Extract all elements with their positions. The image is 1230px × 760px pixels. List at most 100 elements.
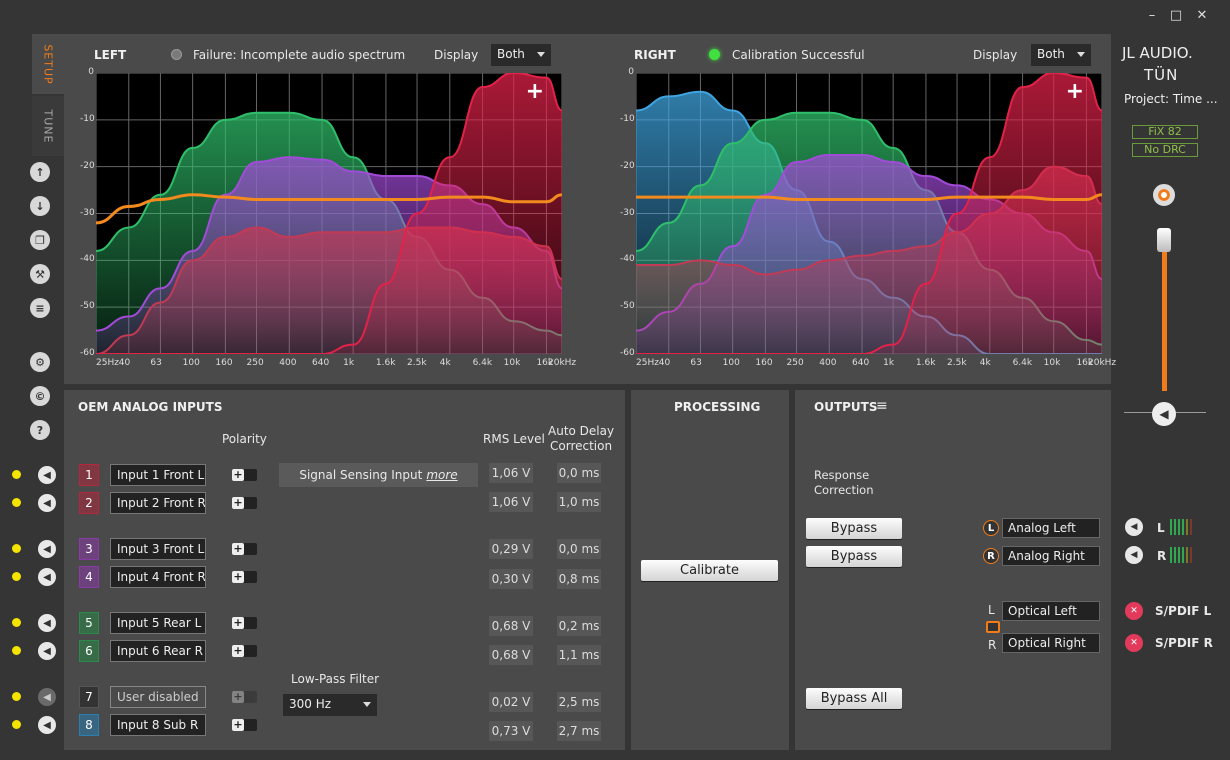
analog-right-badge: R — [983, 548, 999, 564]
input-6-polarity-toggle[interactable] — [232, 645, 257, 657]
bypass-right-button[interactable]: Bypass — [806, 546, 902, 567]
help-icon[interactable]: ? — [30, 420, 50, 440]
input-8-speaker-icon[interactable]: ◀ — [38, 716, 56, 734]
right-spectrum-svg — [635, 71, 1103, 355]
wrench-icon[interactable]: ⚒ — [30, 264, 50, 284]
input-5-polarity-toggle[interactable] — [232, 617, 257, 629]
left-spectrum-chart[interactable]: + — [95, 71, 563, 355]
optical-left-field[interactable]: Optical Left — [1002, 601, 1100, 621]
signal-sensing-button[interactable]: Signal Sensing Input more — [279, 463, 478, 487]
input-2-speaker-icon[interactable]: ◀ — [38, 494, 56, 512]
input-6-name[interactable]: Input 6 Rear R — [110, 640, 206, 662]
input-5-speaker-icon[interactable]: ◀ — [38, 614, 56, 632]
rms-header: RMS Level — [483, 432, 545, 446]
input-5-name[interactable]: Input 5 Rear L — [110, 612, 206, 634]
input-1-speaker-icon[interactable]: ◀ — [38, 466, 56, 484]
close-button[interactable]: ✕ — [1192, 8, 1212, 23]
right-zoom-plus-icon[interactable]: + — [1066, 79, 1084, 104]
x-tick: 10k — [1043, 358, 1061, 368]
master-volume-track[interactable] — [1162, 246, 1167, 391]
input-5-delay: 0,2 ms — [557, 616, 601, 636]
input-3-polarity-toggle[interactable] — [232, 543, 257, 555]
list-icon[interactable]: ≡ — [30, 298, 50, 318]
polarity-header: Polarity — [222, 432, 267, 446]
outputs-menu-icon[interactable]: ≡ — [876, 398, 888, 414]
tab-tune[interactable]: TUNE — [32, 96, 64, 156]
input-8-name[interactable]: Input 8 Sub R — [110, 714, 206, 736]
input-1-polarity-toggle[interactable] — [232, 469, 257, 481]
input-1-delay: 0,0 ms — [557, 463, 601, 483]
right-display-label: Display — [973, 48, 1018, 62]
bypass-all-button[interactable]: Bypass All — [806, 688, 902, 709]
input-4-name[interactable]: Input 4 Front R — [110, 566, 206, 588]
copy-icon[interactable]: ❐ — [30, 230, 50, 250]
gear-icon[interactable]: ⚙ — [30, 352, 50, 372]
left-zoom-plus-icon[interactable]: + — [526, 79, 544, 104]
right-chart-title: RIGHT — [634, 48, 676, 62]
input-3-delay: 0,0 ms — [557, 539, 601, 559]
y-tick: -30 — [80, 207, 95, 218]
input-5-rms: 0,68 V — [489, 616, 533, 636]
right-status-text: Calibration Successful — [732, 48, 865, 62]
maximize-button[interactable]: □ — [1166, 8, 1186, 23]
x-tick: 63 — [150, 358, 162, 368]
input-3-rms: 0,29 V — [489, 539, 533, 559]
input-7-speaker-icon[interactable]: ◀ — [38, 688, 56, 706]
upload-icon[interactable]: ↑ — [30, 162, 50, 182]
analog-left-meter — [1170, 519, 1196, 535]
right-status-led — [709, 49, 720, 60]
lpf-label: Low-Pass Filter — [291, 672, 380, 686]
copyright-icon[interactable]: © — [30, 386, 50, 406]
bypass-left-button[interactable]: Bypass — [806, 518, 902, 539]
master-mute-speaker-icon[interactable]: ◀ — [1152, 402, 1176, 426]
input-2-name[interactable]: Input 2 Front R — [110, 492, 206, 514]
spdif-left-mute-icon[interactable]: ✕ — [1125, 602, 1143, 620]
input-2-signal-dot — [12, 498, 21, 507]
optical-right-field[interactable]: Optical Right — [1002, 633, 1100, 653]
input-4-rms: 0,30 V — [489, 569, 533, 589]
x-tick: 20kHz — [548, 358, 577, 368]
left-display-select[interactable]: Both — [491, 44, 551, 66]
input-1-name[interactable]: Input 1 Front L — [110, 464, 206, 486]
y-tick: -20 — [620, 160, 635, 171]
auto-delay-header-2: Correction — [550, 439, 613, 453]
left-chart-title: LEFT — [94, 48, 127, 62]
analog-left-speaker-icon[interactable]: ◀ — [1125, 518, 1143, 536]
master-knob-icon[interactable] — [1153, 184, 1175, 206]
input-7-polarity-toggle[interactable] — [232, 691, 257, 703]
analog-right-meter — [1170, 547, 1196, 563]
input-4-speaker-icon[interactable]: ◀ — [38, 568, 56, 586]
input-2-polarity-toggle[interactable] — [232, 497, 257, 509]
y-tick: -60 — [80, 348, 95, 358]
analog-left-field[interactable]: Analog Left — [1002, 518, 1100, 538]
input-3-speaker-icon[interactable]: ◀ — [38, 540, 56, 558]
tab-setup[interactable]: SETUP — [32, 34, 64, 94]
x-tick: 100 — [182, 358, 200, 368]
master-volume-handle[interactable] — [1157, 228, 1171, 252]
spdif-right-mute-icon[interactable]: ✕ — [1125, 634, 1143, 652]
y-tick: 0 — [88, 67, 94, 77]
input-3-name[interactable]: Input 3 Front L — [110, 538, 206, 560]
input-7-number: 7 — [79, 686, 99, 708]
input-6-speaker-icon[interactable]: ◀ — [38, 642, 56, 660]
right-display-select[interactable]: Both — [1031, 44, 1091, 66]
input-8-polarity-toggle[interactable] — [232, 719, 257, 731]
minimize-button[interactable]: – — [1142, 8, 1162, 23]
download-icon[interactable]: ↓ — [30, 196, 50, 216]
optical-link-icon[interactable] — [986, 621, 1000, 633]
input-1-number: 1 — [79, 464, 99, 486]
y-tick: -10 — [80, 113, 95, 124]
calibrate-button[interactable]: Calibrate — [641, 560, 778, 581]
input-4-polarity-toggle[interactable] — [232, 571, 257, 583]
signal-more-link[interactable]: more — [426, 468, 457, 482]
input-8-signal-dot — [12, 720, 21, 729]
input-7-name[interactable]: User disabled — [110, 686, 206, 708]
lpf-select[interactable]: 300 Hz — [283, 694, 377, 716]
x-tick: 25Hz — [636, 358, 659, 368]
right-spectrum-chart[interactable]: + — [635, 71, 1103, 355]
input-1-signal-dot — [12, 470, 21, 479]
analog-right-field[interactable]: Analog Right — [1002, 546, 1100, 566]
y-tick: -40 — [80, 254, 95, 265]
analog-right-speaker-icon[interactable]: ◀ — [1125, 546, 1143, 564]
input-6-number: 6 — [79, 640, 99, 662]
